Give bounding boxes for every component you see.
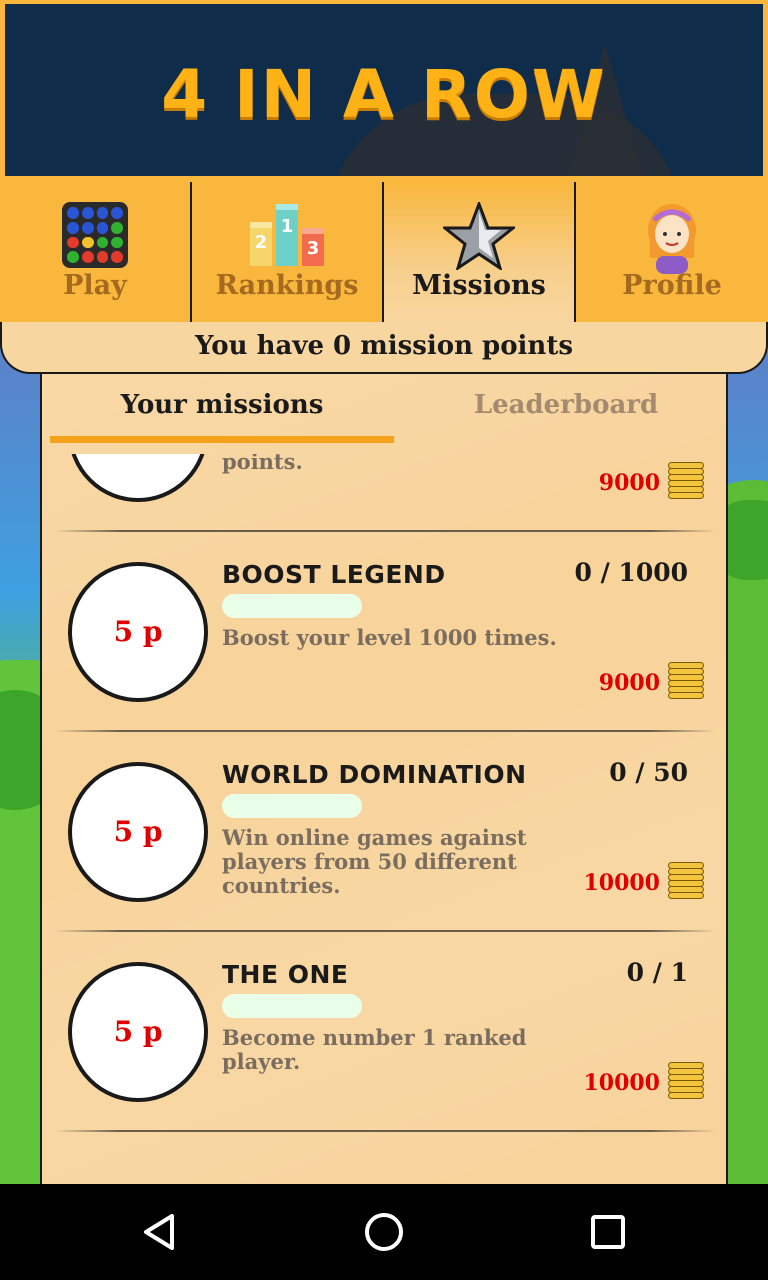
mission-reward: 10000 [583,1070,660,1096]
mission-description: Win online games against players from 50… [222,825,527,898]
subtab-leaderboard[interactable]: Leaderboard [394,390,726,420]
mission-description: Boost your level 1000 times. [222,625,557,650]
mission-item: 5 p BOOST LEGEND 0 / 1000 Boost your lev… [42,532,726,732]
tab-rankings[interactable]: 2 1 3 Rankings [192,182,384,324]
coin-stack-icon [668,662,704,702]
mission-points-badge: 5 p [68,562,208,702]
system-nav-bar [0,1184,768,1280]
tab-profile-label: Profile [622,270,722,301]
mission-item: 5 p WORLD DOMINATION 0 / 50 Win online g… [42,732,726,932]
mission-progress-text: 0 / 1000 [574,558,688,587]
mission-progress-bar [222,994,362,1018]
mission-reward: 10000 [583,870,660,896]
mission-item: 5 p Get more than 2000 online points. 90… [42,454,726,532]
app-title: 4 IN A ROW [161,56,607,133]
home-circle-icon [365,1213,403,1251]
mission-points-badge: 5 p [68,762,208,902]
back-triangle-icon [144,1214,174,1250]
tab-missions[interactable]: Missions [384,182,576,324]
podium-icon: 2 1 3 [250,202,324,270]
girl-avatar-icon [642,202,702,278]
tab-missions-label: Missions [412,270,546,301]
star-icon [440,199,518,274]
mission-progress-bar [222,794,362,818]
tab-play-label: Play [63,270,127,301]
missions-panel: Your missions Leaderboard 5 p Get more t… [40,374,728,1184]
svg-text:2: 2 [255,232,268,253]
coin-stack-icon [668,862,704,902]
mission-reward: 9000 [598,670,660,696]
mission-points-badge: 5 p [68,962,208,1102]
mission-name: WORLD DOMINATION [222,760,527,789]
mission-description: Become number 1 ranked player. [222,1025,527,1074]
home-button[interactable] [360,1208,408,1256]
app-header: 4 IN A ROW [0,0,768,182]
subtab-active-indicator [50,436,394,443]
mission-list[interactable]: 5 p Get more than 2000 online points. 90… [42,454,726,1184]
mission-name: BOOST LEGEND [222,560,446,589]
recents-square-icon [591,1215,625,1249]
grid-board-icon [62,202,128,268]
svg-text:3: 3 [307,238,320,259]
divider [54,1130,716,1132]
mission-description: Get more than 2000 online points. [222,454,303,474]
tab-play[interactable]: Play [0,182,192,324]
subtab-your-missions[interactable]: Your missions [50,390,394,420]
mission-progress-text: 0 / 1 [626,958,688,987]
mission-progress-bar [222,594,362,618]
tab-profile[interactable]: Profile [576,182,768,324]
mission-item: 5 p THE ONE 0 / 1 Become number 1 ranked… [42,932,726,1132]
mission-progress-text: 0 / 50 [609,758,688,787]
mission-name: THE ONE [222,960,349,989]
mission-points-banner: You have 0 mission points [0,322,768,374]
recents-button[interactable] [584,1208,632,1256]
svg-text:1: 1 [281,216,294,237]
back-button[interactable] [136,1208,184,1256]
main-tabs: Play 2 1 3 Rankings Missions Profile [0,182,768,324]
coin-stack-icon [668,462,704,502]
mission-points-badge: 5 p [68,454,208,502]
coin-stack-icon [668,1062,704,1102]
tab-rankings-label: Rankings [215,270,359,301]
mission-reward: 9000 [598,470,660,496]
